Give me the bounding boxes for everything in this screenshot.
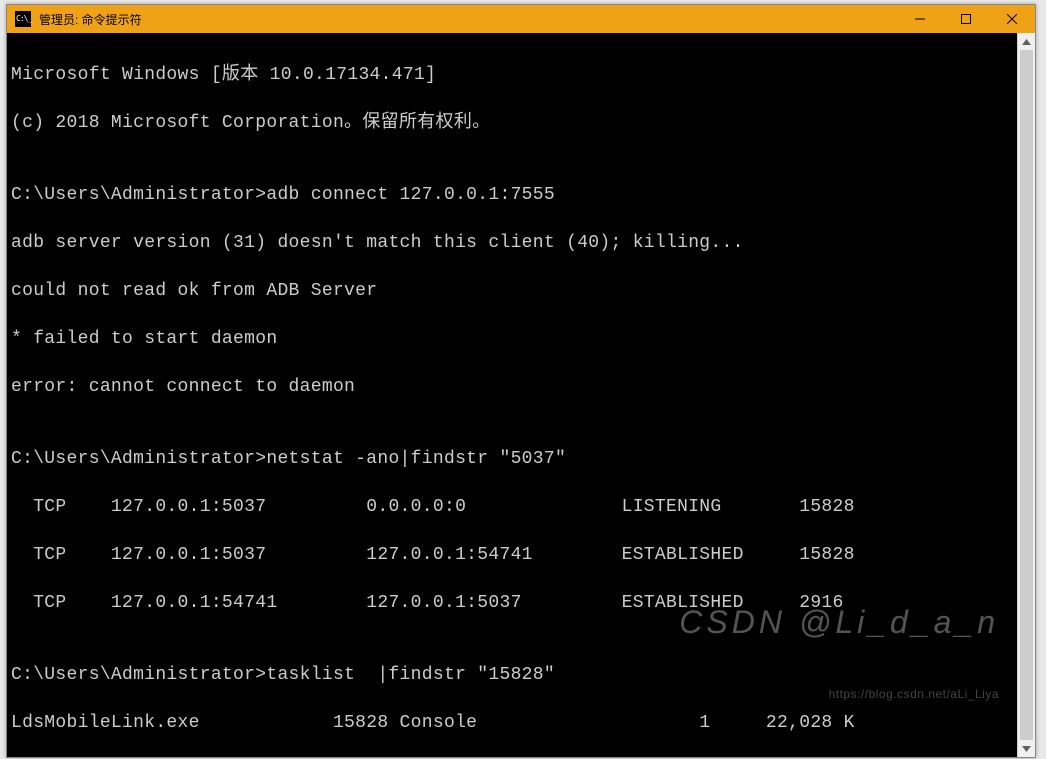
scroll-up-button[interactable] bbox=[1018, 33, 1035, 50]
terminal-line: * failed to start daemon bbox=[11, 327, 1013, 351]
terminal-line: C:\Users\Administrator>adb connect 127.0… bbox=[11, 183, 1013, 207]
terminal-line: LdsMobileLink.exe 15828 Console 1 22,028… bbox=[11, 711, 1013, 735]
terminal-line: C:\Users\Administrator>tasklist |findstr… bbox=[11, 663, 1013, 687]
titlebar[interactable]: 管理员: 命令提示符 bbox=[7, 5, 1035, 33]
terminal-line: TCP 127.0.0.1:5037 0.0.0.0:0 LISTENING 1… bbox=[11, 495, 1013, 519]
window-title: 管理员: 命令提示符 bbox=[37, 11, 897, 28]
vertical-scrollbar[interactable] bbox=[1017, 33, 1035, 757]
cmd-icon bbox=[15, 11, 31, 27]
terminal-line: Microsoft Windows [版本 10.0.17134.471] bbox=[11, 63, 1013, 87]
watermark-url: https://blog.csdn.net/aLi_Liya bbox=[679, 687, 999, 701]
cmd-window: 管理员: 命令提示符 Microsoft Windows [版本 10.0.17… bbox=[6, 4, 1036, 758]
minimize-button[interactable] bbox=[897, 5, 943, 33]
scroll-thumb[interactable] bbox=[1020, 50, 1033, 740]
terminal-line: (c) 2018 Microsoft Corporation。保留所有权利。 bbox=[11, 111, 1013, 135]
scroll-track[interactable] bbox=[1018, 50, 1035, 740]
scroll-down-button[interactable] bbox=[1018, 740, 1035, 757]
terminal-line: TCP 127.0.0.1:54741 127.0.0.1:5037 ESTAB… bbox=[11, 591, 1013, 615]
terminal-line: C:\Users\Administrator>netstat -ano|find… bbox=[11, 447, 1013, 471]
terminal-output[interactable]: Microsoft Windows [版本 10.0.17134.471] (c… bbox=[7, 33, 1017, 757]
terminal-line: TCP 127.0.0.1:5037 127.0.0.1:54741 ESTAB… bbox=[11, 543, 1013, 567]
client-area: Microsoft Windows [版本 10.0.17134.471] (c… bbox=[7, 33, 1035, 757]
terminal-line: adb server version (31) doesn't match th… bbox=[11, 231, 1013, 255]
close-button[interactable] bbox=[989, 5, 1035, 33]
terminal-line: could not read ok from ADB Server bbox=[11, 279, 1013, 303]
terminal-line: error: cannot connect to daemon bbox=[11, 375, 1013, 399]
maximize-button[interactable] bbox=[943, 5, 989, 33]
